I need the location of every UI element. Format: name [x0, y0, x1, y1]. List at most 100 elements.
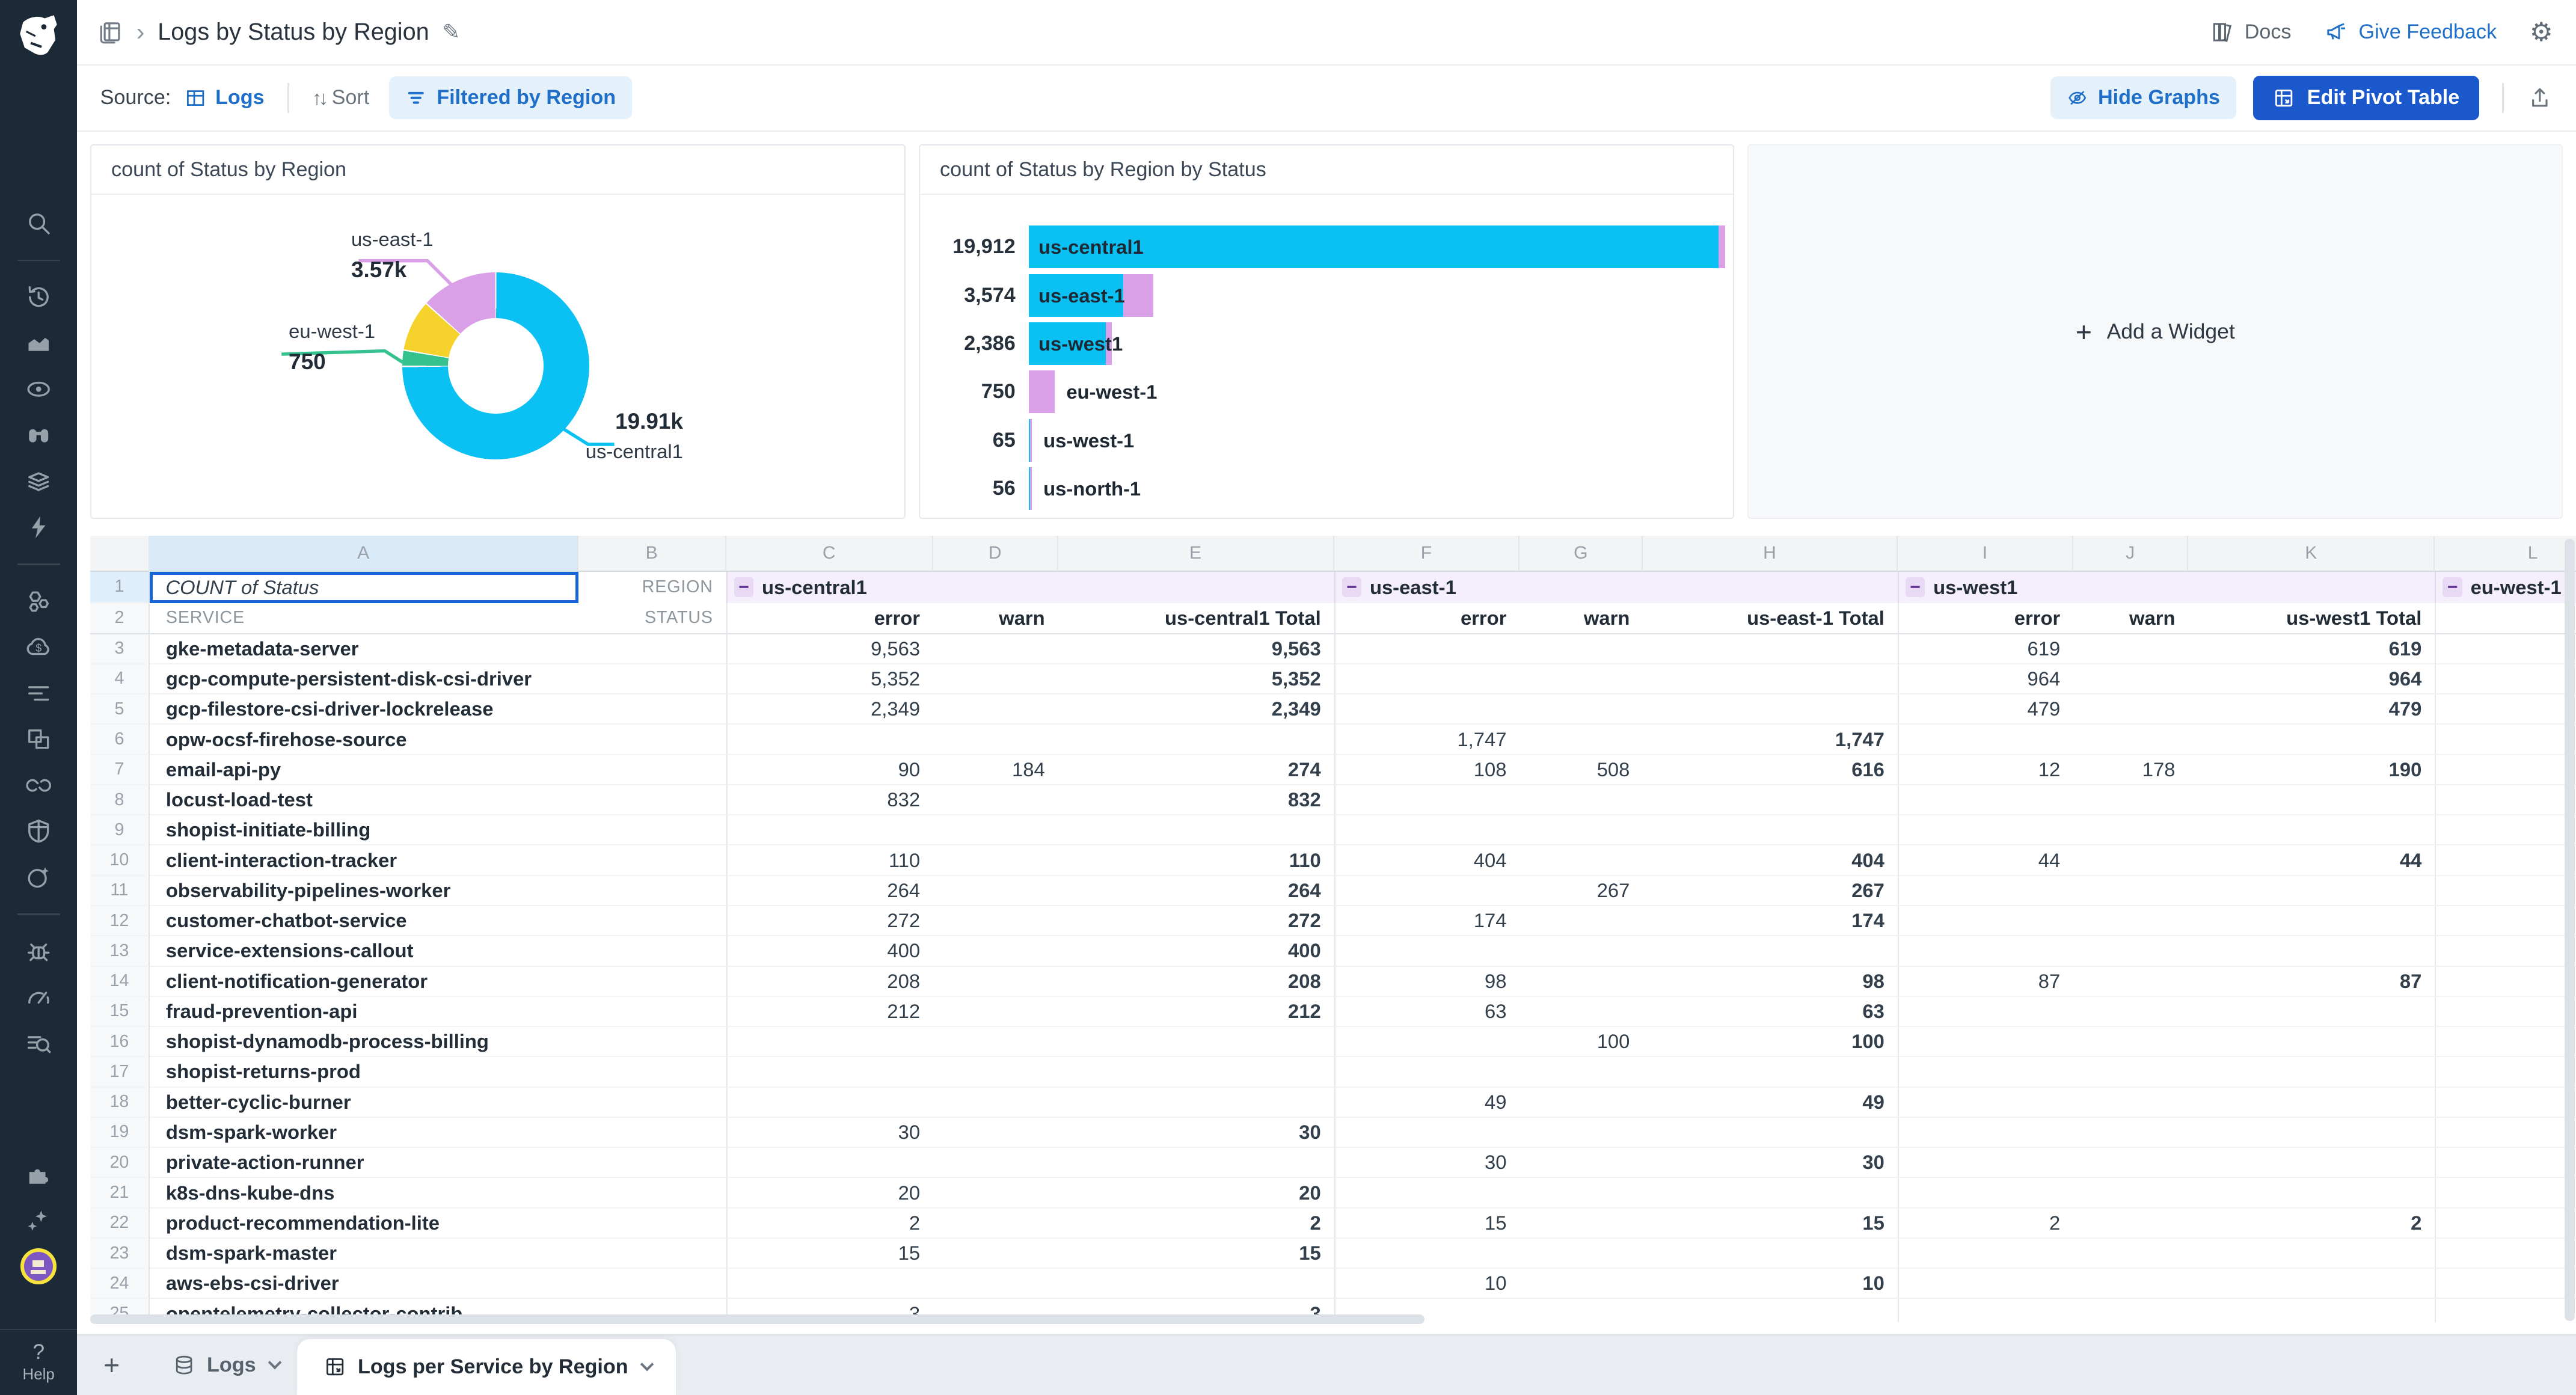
value-cell[interactable]: 20	[1058, 1178, 1334, 1208]
bar-widget[interactable]: count of Status by Region by Status 19,9…	[919, 144, 1734, 519]
sidebar-item-copilot[interactable]	[16, 1198, 62, 1244]
value-cell[interactable]: 208	[1058, 967, 1334, 997]
pivot-spreadsheet[interactable]: ABCDEFGHIJKL1COUNT of StatusREGION−us-ce…	[90, 536, 2576, 1323]
value-cell[interactable]	[726, 815, 933, 845]
column-letter-B[interactable]: B	[578, 536, 726, 572]
value-cell[interactable]	[1520, 1269, 1643, 1299]
column-letter-E[interactable]: E	[1058, 536, 1334, 572]
service-name[interactable]: client-notification-generator	[150, 967, 578, 997]
value-cell[interactable]: 63	[1643, 997, 1898, 1027]
value-cell[interactable]: 30	[1058, 1118, 1334, 1148]
value-cell[interactable]	[2073, 815, 2188, 845]
value-cell[interactable]	[2188, 906, 2435, 936]
value-cell[interactable]	[1334, 1057, 1520, 1087]
cell[interactable]	[2435, 725, 2576, 755]
value-cell[interactable]	[1520, 845, 1643, 875]
sidebar-item-history[interactable]	[16, 274, 62, 320]
cell[interactable]	[2435, 664, 2576, 694]
sidebar-item-slo-gauge[interactable]	[16, 974, 62, 1020]
column-letter-H[interactable]: H	[1643, 536, 1898, 572]
value-cell[interactable]	[2073, 634, 2188, 664]
value-cell[interactable]	[1334, 936, 1520, 966]
sidebar-item-metrics[interactable]	[16, 320, 62, 367]
value-cell[interactable]	[1643, 1239, 1898, 1269]
value-cell[interactable]: 479	[2188, 694, 2435, 725]
value-cell[interactable]	[1643, 664, 1898, 694]
value-cell[interactable]	[1898, 1057, 2073, 1087]
user-avatar[interactable]	[20, 1248, 57, 1284]
cell[interactable]	[578, 906, 726, 936]
bar-row-us-central1[interactable]: 19,912us-central1	[920, 223, 1733, 271]
value-cell[interactable]: 404	[1643, 845, 1898, 875]
value-cell[interactable]: 10	[1643, 1269, 1898, 1299]
value-cell[interactable]	[1058, 1148, 1334, 1178]
column-letter-D[interactable]: D	[933, 536, 1058, 572]
value-cell[interactable]: 12	[1898, 755, 2073, 785]
service-name[interactable]: k8s-dns-kube-dns	[150, 1178, 578, 1208]
value-cell[interactable]	[2188, 936, 2435, 966]
sidebar-item-apm[interactable]	[16, 412, 62, 459]
value-cell[interactable]	[1898, 906, 2073, 936]
value-cell[interactable]: 9,563	[1058, 634, 1334, 664]
cell[interactable]	[2435, 876, 2576, 906]
value-cell[interactable]	[2188, 1057, 2435, 1087]
cell[interactable]	[2435, 967, 2576, 997]
value-cell[interactable]	[1334, 634, 1520, 664]
value-cell[interactable]	[933, 845, 1058, 875]
value-cell[interactable]	[933, 725, 1058, 755]
value-cell[interactable]	[2073, 1178, 2188, 1208]
value-cell[interactable]	[2073, 1209, 2188, 1239]
docs-button[interactable]: Docs	[2210, 20, 2291, 44]
cell[interactable]	[578, 967, 726, 997]
cell[interactable]	[2435, 785, 2576, 815]
service-name[interactable]: dsm-spark-worker	[150, 1118, 578, 1148]
value-cell[interactable]	[1520, 815, 1643, 845]
settings-gear-icon[interactable]: ⚙	[2530, 17, 2553, 48]
cell[interactable]	[578, 1027, 726, 1057]
cell[interactable]	[2435, 1178, 2576, 1208]
value-cell[interactable]: 44	[1898, 845, 2073, 875]
value-cell[interactable]	[933, 1027, 1058, 1057]
collapse-group-icon[interactable]: −	[734, 577, 754, 597]
column-letter-G[interactable]: G	[1520, 536, 1643, 572]
value-cell[interactable]	[1898, 997, 2073, 1027]
value-cell[interactable]	[933, 936, 1058, 966]
horizontal-scrollbar[interactable]	[90, 1314, 1424, 1324]
selected-cell-a1[interactable]: COUNT of Status	[150, 572, 578, 603]
bar-row-us-west-1[interactable]: 65us-west-1	[920, 416, 1733, 464]
value-cell[interactable]	[2073, 1088, 2188, 1118]
value-cell[interactable]	[1058, 1057, 1334, 1087]
value-cell[interactable]	[726, 725, 933, 755]
value-cell[interactable]	[1643, 634, 1898, 664]
value-cell[interactable]	[933, 1178, 1058, 1208]
value-cell[interactable]	[2073, 845, 2188, 875]
group-header-eu-west-1[interactable]: −eu-west-1	[2435, 572, 2576, 603]
value-cell[interactable]	[1898, 1299, 2073, 1322]
value-cell[interactable]: 2	[1898, 1209, 2073, 1239]
cell[interactable]	[578, 815, 726, 845]
cell[interactable]	[578, 1118, 726, 1148]
value-cell[interactable]: 190	[2188, 755, 2435, 785]
bar-row-us-east-1[interactable]: 3,574us-east-1	[920, 271, 1733, 319]
value-cell[interactable]	[2188, 815, 2435, 845]
bar-row-us-north-1[interactable]: 56us-north-1	[920, 464, 1733, 512]
value-cell[interactable]: 619	[2188, 634, 2435, 664]
cell[interactable]	[578, 785, 726, 815]
service-name[interactable]: customer-chatbot-service	[150, 906, 578, 936]
value-cell[interactable]	[2188, 1299, 2435, 1322]
value-cell[interactable]	[1058, 725, 1334, 755]
value-cell[interactable]	[1520, 1299, 1643, 1322]
value-cell[interactable]: 20	[726, 1178, 933, 1208]
value-cell[interactable]	[933, 1209, 1058, 1239]
value-cell[interactable]	[933, 1118, 1058, 1148]
value-cell[interactable]	[1520, 1057, 1643, 1087]
cell[interactable]	[2435, 815, 2576, 845]
value-cell[interactable]	[1643, 785, 1898, 815]
value-cell[interactable]	[1520, 664, 1643, 694]
value-cell[interactable]: 30	[726, 1118, 933, 1148]
value-cell[interactable]	[1643, 1178, 1898, 1208]
value-cell[interactable]: 2,349	[726, 694, 933, 725]
add-sheet-button[interactable]: +	[103, 1349, 120, 1381]
value-cell[interactable]	[1898, 1148, 2073, 1178]
value-cell[interactable]	[2188, 1088, 2435, 1118]
